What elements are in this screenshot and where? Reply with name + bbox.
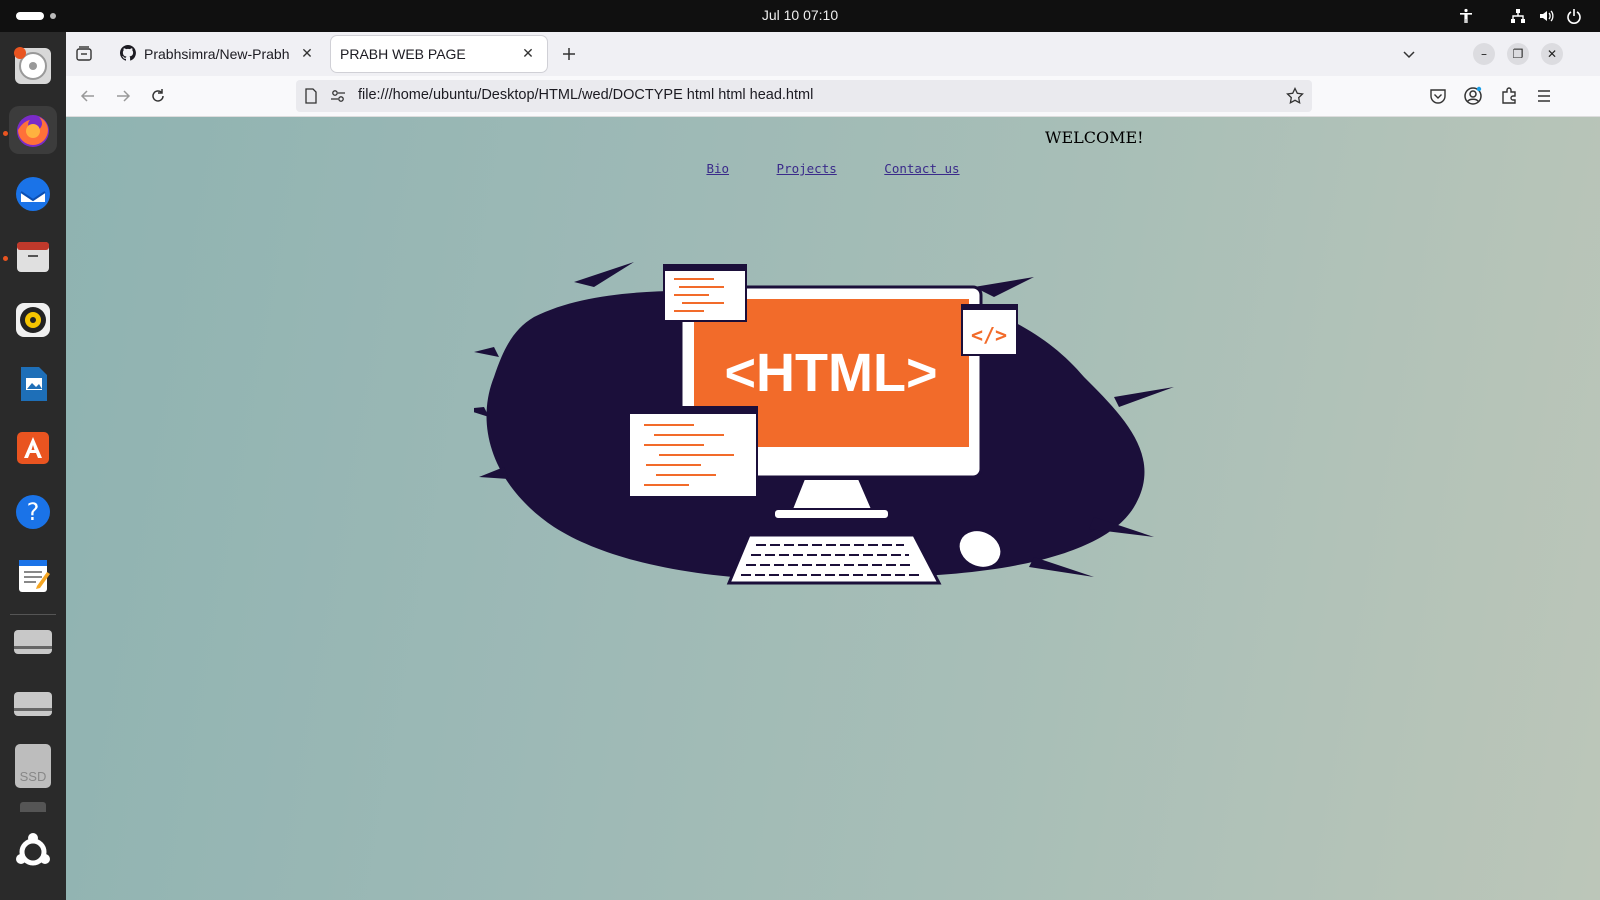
close-tab-icon[interactable]: ✕	[519, 45, 537, 62]
restore-icon[interactable]: ❐	[1507, 43, 1529, 65]
help-icon[interactable]: ?	[9, 488, 57, 536]
clock[interactable]: Jul 10 07:10	[0, 7, 1600, 23]
drive-icon[interactable]	[9, 800, 57, 814]
nav-link-projects[interactable]: Projects	[777, 161, 837, 176]
hero-html-text: <HTML>	[724, 343, 937, 403]
tab-github[interactable]: Prabhsimra/New-Prabh ✕	[110, 36, 326, 72]
close-window-icon[interactable]: ✕	[1541, 43, 1563, 65]
text-editor-icon[interactable]	[9, 552, 57, 600]
power-icon[interactable]	[1564, 6, 1584, 26]
firefox-icon[interactable]	[9, 106, 57, 154]
tab-title: PRABH WEB PAGE	[340, 46, 466, 62]
ubuntu-installer-icon[interactable]	[9, 42, 57, 90]
rhythmbox-icon[interactable]	[9, 296, 57, 344]
url-bar[interactable]: file:///home/ubuntu/Desktop/HTML/wed/DOC…	[296, 80, 1312, 112]
list-all-tabs-icon[interactable]	[1397, 42, 1421, 66]
code-window-bottom	[628, 406, 758, 498]
volume-icon[interactable]	[1536, 6, 1556, 26]
system-top-bar: Jul 10 07:10	[0, 0, 1600, 32]
bookmark-star-icon[interactable]	[1286, 86, 1304, 109]
welcome-heading: WELCOME!	[1045, 128, 1144, 147]
forward-icon[interactable]	[111, 84, 135, 108]
drive-icon[interactable]	[9, 618, 57, 666]
code-tag-window: </>	[961, 304, 1018, 356]
running-indicator	[3, 256, 8, 261]
ssd-drive-icon[interactable]: SSD	[9, 742, 57, 790]
url-text[interactable]: file:///home/ubuntu/Desktop/HTML/wed/DOC…	[358, 87, 813, 103]
reload-icon[interactable]	[146, 84, 170, 108]
extensions-icon[interactable]	[1497, 84, 1521, 108]
code-window-top	[663, 264, 747, 322]
permissions-icon[interactable]	[330, 88, 346, 108]
drive-icon[interactable]	[9, 680, 57, 728]
tab-title: Prabhsimra/New-Prabh	[144, 46, 290, 62]
network-icon[interactable]	[1508, 6, 1528, 26]
close-tab-icon[interactable]: ✕	[298, 45, 316, 62]
tab-strip: Prabhsimra/New-Prabh ✕ PRABH WEB PAGE ✕ …	[66, 32, 1600, 76]
html-hero-illustration: <HTML> </>	[464, 257, 1174, 617]
dock-separator	[10, 614, 56, 615]
account-icon[interactable]	[1461, 84, 1485, 108]
new-tab-icon[interactable]	[557, 42, 581, 66]
hero-tag-text: </>	[971, 323, 1007, 347]
ssd-label: SSD	[19, 769, 47, 784]
tab-overview-icon[interactable]	[72, 42, 96, 66]
accessibility-icon[interactable]	[1456, 6, 1476, 26]
firefox-window: Prabhsimra/New-Prabh ✕ PRABH WEB PAGE ✕ …	[66, 32, 1600, 900]
svg-text:?: ?	[27, 498, 40, 526]
show-apps-icon[interactable]	[9, 828, 57, 876]
github-icon	[119, 44, 136, 64]
minimize-icon[interactable]: –	[1473, 43, 1495, 65]
menu-icon[interactable]	[1532, 84, 1556, 108]
nav-link-contact[interactable]: Contact us	[884, 161, 959, 176]
tab-prabh-web-page[interactable]: PRABH WEB PAGE ✕	[331, 36, 547, 72]
writer-icon[interactable]	[9, 360, 57, 408]
keyboard	[726, 533, 942, 585]
thunderbird-icon[interactable]	[9, 170, 57, 218]
nav-link-bio[interactable]: Bio	[706, 161, 729, 176]
navigation-toolbar: file:///home/ubuntu/Desktop/HTML/wed/DOC…	[66, 76, 1600, 117]
page-icon	[304, 88, 318, 108]
back-icon[interactable]	[76, 84, 100, 108]
page-nav: Bio Projects Contact us	[66, 161, 1600, 176]
dock: ? SSD	[0, 32, 67, 900]
pocket-icon[interactable]	[1426, 84, 1450, 108]
app-center-icon[interactable]	[9, 424, 57, 472]
page-content: WELCOME! Bio Projects Contact us <HTML>	[66, 117, 1600, 900]
running-indicator	[3, 131, 8, 136]
files-icon[interactable]	[9, 232, 57, 280]
